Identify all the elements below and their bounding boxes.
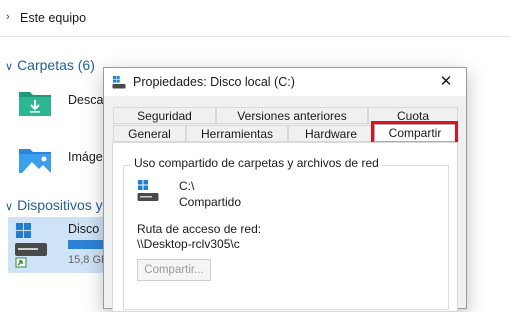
- drive-name: C:\: [179, 179, 195, 193]
- nav-label: Este equipo: [20, 11, 87, 25]
- share-status: Compartido: [179, 195, 242, 209]
- item-label-downloads[interactable]: Descar: [68, 93, 108, 107]
- share-button[interactable]: Compartir...: [137, 259, 211, 281]
- drive-usage-bar: [68, 240, 108, 249]
- network-path-value: \\Desktop-rclv305\c: [137, 237, 240, 251]
- properties-dialog: Propiedades: Disco local (C:) ✕ Segurida…: [103, 67, 467, 312]
- chevron-down-icon[interactable]: ∨: [5, 61, 13, 73]
- tab-hardware[interactable]: Hardware: [288, 125, 374, 142]
- dialog-titlebar[interactable]: Propiedades: Disco local (C:) ✕: [104, 68, 466, 96]
- nav-row-este-equipo[interactable]: › Este equipo: [0, 0, 510, 37]
- group-title-folders: Carpetas (6): [17, 57, 95, 73]
- tab-versiones-anteriores[interactable]: Versiones anteriores: [216, 107, 368, 124]
- images-folder-icon[interactable]: [18, 146, 52, 174]
- dialog-title: Propiedades: Disco local (C:): [133, 75, 295, 89]
- chevron-down-icon[interactable]: ∨: [5, 201, 13, 213]
- group-title-devices: Dispositivos y: [17, 197, 103, 213]
- group-header-devices[interactable]: ∨ Dispositivos y: [5, 197, 103, 213]
- item-label-drive[interactable]: Disco l: [68, 222, 106, 236]
- close-icon[interactable]: ✕: [432, 70, 460, 94]
- windows-drive-icon: [112, 76, 126, 89]
- tab-general[interactable]: General: [113, 125, 186, 142]
- sharing-group-title: Uso compartido de carpetas y archivos de…: [131, 156, 382, 170]
- tab-seguridad[interactable]: Seguridad: [113, 107, 216, 124]
- windows-drive-icon: [137, 180, 159, 201]
- downloads-folder-icon[interactable]: [18, 89, 52, 117]
- group-header-folders[interactable]: ∨ Carpetas (6): [5, 57, 95, 73]
- network-path-label: Ruta de acceso de red:: [137, 222, 262, 236]
- chevron-right-icon[interactable]: ›: [6, 11, 10, 23]
- tab-herramientas[interactable]: Herramientas: [186, 125, 288, 142]
- drive-icon[interactable]: [14, 222, 48, 268]
- compartir-panel: Uso compartido de carpetas y archivos de…: [112, 142, 458, 312]
